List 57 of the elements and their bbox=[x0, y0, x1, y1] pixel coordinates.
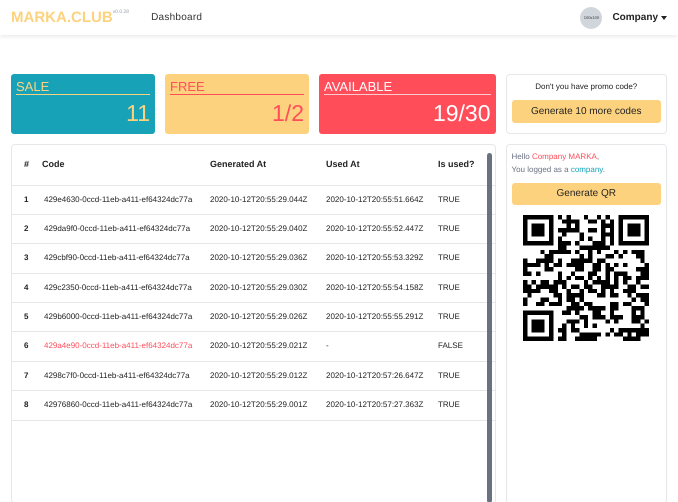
nav-link[interactable]: Dashboard bbox=[151, 10, 202, 25]
column-header[interactable]: Used At bbox=[326, 145, 438, 185]
table-cell: 2020-10-12T20:55:53.329Z bbox=[326, 244, 438, 274]
table-cell: 4298c7f0-0ccd-11eb-a411-ef64324dc77a bbox=[42, 361, 210, 391]
table-cell: 2020-10-12T20:55:29.021Z bbox=[210, 332, 326, 362]
table-cell: 429c2350-0ccd-11eb-a411-ef64324dc77a bbox=[42, 273, 210, 303]
stat-title: AVAILABLE bbox=[324, 80, 490, 95]
table-cell: 2020-10-12T20:57:27.363Z bbox=[326, 390, 438, 420]
table-cell: 2 bbox=[12, 214, 42, 244]
stat-title: FREE bbox=[170, 80, 304, 95]
stat-value: 19/30 bbox=[432, 102, 490, 125]
table-cell: FALSE bbox=[438, 332, 494, 362]
table-cell: TRUE bbox=[438, 361, 494, 391]
table-cell: 2020-10-12T20:55:29.040Z bbox=[210, 214, 326, 244]
column-header[interactable]: Is used? bbox=[438, 145, 494, 185]
table-cell: TRUE bbox=[438, 214, 494, 244]
generate-codes-button[interactable]: Generate 10 more codes bbox=[512, 100, 661, 123]
stat-value: 1/2 bbox=[271, 102, 304, 125]
table-cell: 2020-10-12T20:55:29.012Z bbox=[210, 361, 326, 391]
table-cell: 6 bbox=[12, 332, 42, 362]
table-cell: 42976860-0ccd-11eb-a411-ef64324dc77a bbox=[42, 390, 210, 420]
table-cell: 429e4630-0ccd-11eb-a411-ef64324dc77a bbox=[42, 185, 210, 214]
table-cell: - bbox=[326, 332, 438, 362]
table-cell: 7 bbox=[12, 361, 42, 391]
table-cell: 2020-10-12T20:55:51.664Z bbox=[326, 185, 438, 214]
greeting-text: Hello Company MARKA, You logged as a company. bbox=[512, 151, 606, 176]
column-header[interactable]: Generated At bbox=[210, 145, 326, 185]
table-cell: 1 bbox=[12, 185, 42, 214]
table-cell: 8 bbox=[12, 390, 42, 420]
table-cell: 2020-10-12T20:57:26.647Z bbox=[326, 361, 438, 391]
column-header[interactable]: Code bbox=[42, 145, 210, 185]
table-cell: 429cbf90-0ccd-11eb-a411-ef64324dc77a bbox=[42, 244, 210, 274]
table-cell: 2020-10-12T20:55:54.158Z bbox=[326, 273, 438, 303]
table-cell: TRUE bbox=[438, 273, 494, 303]
user-menu[interactable]: Company bbox=[612, 10, 667, 25]
table-cell: TRUE bbox=[438, 185, 494, 214]
table-cell: 2020-10-12T20:55:55.291Z bbox=[326, 302, 438, 332]
column-header[interactable]: # bbox=[12, 145, 42, 185]
generate-qr-button[interactable]: Generate QR bbox=[512, 182, 661, 205]
table-cell: 4 bbox=[12, 273, 42, 303]
promo-question: Don't you have promo code? bbox=[535, 81, 638, 93]
table-cell: 2020-10-12T20:55:29.044Z bbox=[210, 185, 326, 214]
table-cell: 5 bbox=[12, 302, 42, 332]
table-cell: TRUE bbox=[438, 302, 494, 332]
table-cell: 2020-10-12T20:55:29.030Z bbox=[210, 273, 326, 303]
table-cell: 2020-10-12T20:55:29.001Z bbox=[210, 390, 326, 420]
stat-title: SALE bbox=[16, 80, 150, 95]
table-cell: 3 bbox=[12, 244, 42, 274]
table-cell: 429b6000-0ccd-11eb-a411-ef64324dc77a bbox=[42, 302, 210, 332]
table-cell: 429a4e90-0ccd-11eb-a411-ef64324dc77a bbox=[42, 332, 210, 362]
table-cell: TRUE bbox=[438, 244, 494, 274]
table-cell: 2020-10-12T20:55:52.447Z bbox=[326, 214, 438, 244]
stat-value: 11 bbox=[125, 102, 150, 125]
table-cell: 429da9f0-0ccd-11eb-a411-ef64324dc77a bbox=[42, 214, 210, 244]
table-cell: TRUE bbox=[438, 390, 494, 420]
table-cell: 2020-10-12T20:55:29.036Z bbox=[210, 244, 326, 274]
table-cell: 2020-10-12T20:55:29.026Z bbox=[210, 302, 326, 332]
